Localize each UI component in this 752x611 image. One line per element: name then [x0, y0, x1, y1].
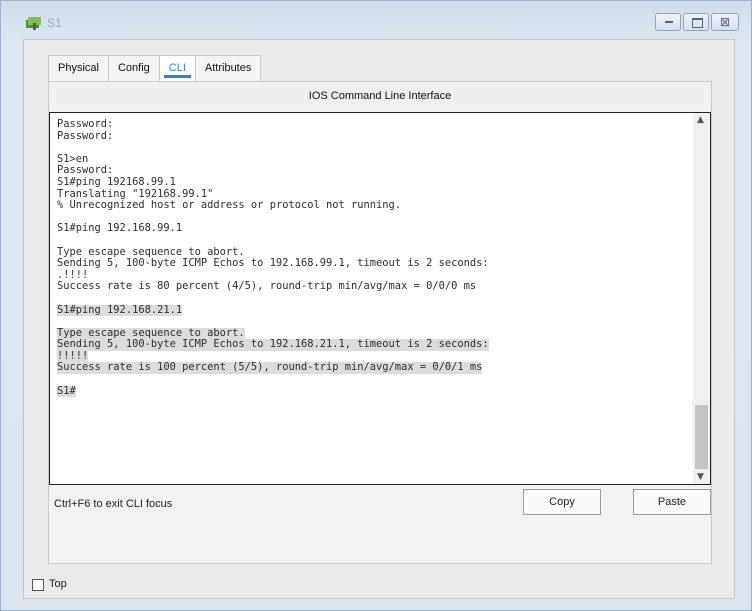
tab-bar: Physical Config CLI Attributes	[48, 55, 262, 81]
terminal-scrollbar[interactable]: ▲ ▼	[693, 113, 710, 484]
maximize-button[interactable]	[683, 13, 709, 31]
terminal-line: S1#	[57, 384, 76, 398]
tab-config[interactable]: Config	[107, 55, 160, 81]
panel-title: IOS Command Line Interface	[49, 82, 711, 110]
scroll-thumb[interactable]	[695, 405, 708, 469]
copy-button[interactable]: Copy	[523, 489, 601, 515]
tab-physical[interactable]: Physical	[48, 55, 109, 81]
top-checkbox[interactable]	[32, 579, 44, 591]
terminal-line: Sending 5, 100-byte ICMP Echos to 192.16…	[57, 257, 489, 270]
close-button[interactable]: ⊠	[711, 13, 739, 31]
terminal-line: Password:	[57, 118, 114, 130]
terminal-line: Password:	[57, 164, 114, 177]
terminal-line: Success rate is 80 percent (4/5), round-…	[57, 280, 477, 293]
maximize-icon	[692, 18, 703, 28]
minimize-button[interactable]	[655, 13, 681, 31]
tab-attributes[interactable]: Attributes	[194, 55, 262, 81]
close-icon: ⊠	[720, 15, 731, 29]
terminal-line: Sending 5, 100-byte ICMP Echos to 192.16…	[57, 338, 489, 351]
terminal-line: S1#ping 192.168.21.1	[57, 303, 183, 317]
cli-focus-hint: Ctrl+F6 to exit CLI focus	[54, 498, 173, 510]
terminal-line: S1#ping 192.168.99.1	[57, 222, 183, 235]
terminal-line: % Unrecognized host or address or protoc…	[57, 199, 402, 212]
terminal-line: Success rate is 100 percent (5/5), round…	[57, 361, 483, 375]
switch-icon	[26, 17, 41, 30]
title-bar[interactable]: S1 ⊠	[1, 1, 751, 39]
terminal-line: .!!!!	[57, 268, 89, 281]
terminal-line: Type escape sequence to abort.	[57, 245, 245, 258]
cli-panel: IOS Command Line Interface Password: Pass…	[48, 81, 712, 564]
terminal-line: S1#ping 192168.99.1	[57, 175, 176, 188]
terminal-output[interactable]: Password: Password: S1>en Password: S1#ping …	[57, 118, 689, 398]
device-content: Physical Config CLI Attributes IOS Comma…	[23, 39, 735, 599]
app-window: S1 ⊠ Physical Config CLI Attributes IOS …	[0, 0, 752, 611]
minimize-icon	[665, 21, 673, 23]
scroll-down-icon[interactable]: ▼	[697, 472, 704, 482]
cli-terminal[interactable]: Password: Password: S1>en Password: S1#ping …	[49, 112, 711, 485]
scroll-up-icon[interactable]: ▲	[697, 115, 704, 125]
terminal-line: S1>en	[57, 152, 89, 165]
tab-cli[interactable]: CLI	[158, 55, 196, 81]
terminal-line: Password:	[57, 129, 114, 142]
terminal-line: Translating "192168.99.1"	[57, 187, 214, 200]
window-title: S1	[47, 16, 62, 30]
paste-button[interactable]: Paste	[633, 489, 711, 515]
top-label: Top	[49, 578, 67, 590]
